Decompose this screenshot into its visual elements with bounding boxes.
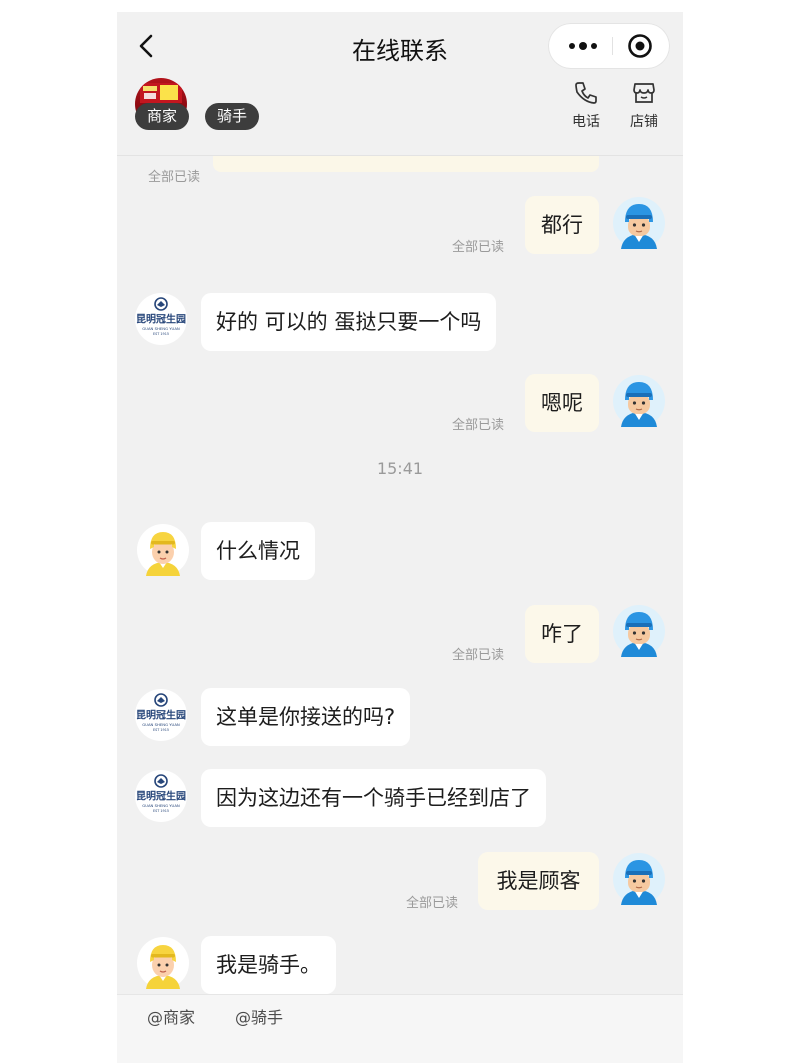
customer-avatar[interactable] xyxy=(613,197,665,249)
read-status: 全部已读 xyxy=(148,170,201,185)
close-target-icon[interactable] xyxy=(627,33,653,59)
capsule-divider xyxy=(612,37,613,55)
message-bubble-sent[interactable]: 嗯呢 xyxy=(525,374,599,432)
mention-rider-button[interactable]: @骑手 xyxy=(235,1004,283,1028)
store-button[interactable]: 店铺 xyxy=(624,80,664,131)
rider-avatar[interactable] xyxy=(137,937,189,989)
message-bubble-sent[interactable]: 我是顾客 xyxy=(478,852,599,910)
time-divider: 15:41 xyxy=(376,459,424,478)
merchant-logo-avatar[interactable] xyxy=(135,770,187,822)
message-bubble-received[interactable]: 我是骑手。 xyxy=(201,936,336,994)
read-status: 全部已读 xyxy=(452,648,505,663)
store-icon xyxy=(633,83,655,103)
customer-avatar[interactable] xyxy=(613,605,665,657)
phone-button[interactable]: 电话 xyxy=(566,80,606,131)
customer-avatar[interactable] xyxy=(613,853,665,905)
merchant-tag[interactable]: 商家 xyxy=(135,103,189,130)
read-status: 全部已读 xyxy=(452,418,505,433)
phone-label: 电话 xyxy=(572,114,600,130)
chat-window: 在线联系 商家 骑手 电话 店铺 全部已读 都行 全部已读 好的 可以的 蛋挞只… xyxy=(117,12,683,1063)
read-status: 全部已读 xyxy=(452,240,505,255)
message-bubble-received[interactable]: 好的 可以的 蛋挞只要一个吗 xyxy=(201,293,497,351)
message-bubble-sent[interactable]: 都行 xyxy=(525,196,599,254)
customer-avatar[interactable] xyxy=(613,375,665,427)
store-label: 店铺 xyxy=(630,114,658,130)
more-dots-icon[interactable] xyxy=(566,36,600,56)
rider-tag[interactable]: 骑手 xyxy=(205,103,259,130)
previous-message-bubble xyxy=(213,156,599,172)
message-bubble-sent[interactable]: 咋了 xyxy=(525,605,599,663)
mention-merchant-button[interactable]: @商家 xyxy=(147,1004,195,1028)
merchant-logo-avatar[interactable] xyxy=(135,689,187,741)
message-bubble-received[interactable]: 这单是你接送的吗? xyxy=(201,688,411,746)
miniprogram-capsule xyxy=(548,23,670,69)
merchant-logo-avatar[interactable] xyxy=(135,293,187,345)
message-list[interactable]: 全部已读 都行 全部已读 好的 可以的 蛋挞只要一个吗 嗯呢 全部已读 15:4… xyxy=(117,156,683,994)
read-status: 全部已读 xyxy=(406,896,459,911)
message-bubble-received[interactable]: 什么情况 xyxy=(201,522,315,580)
phone-icon xyxy=(575,82,597,104)
header: 在线联系 商家 骑手 电话 店铺 xyxy=(117,12,683,155)
merchant-poster-image xyxy=(140,83,182,103)
message-bubble-received[interactable]: 因为这边还有一个骑手已经到店了 xyxy=(201,769,546,827)
rider-avatar[interactable] xyxy=(137,524,189,576)
mention-bar: @商家 @骑手 xyxy=(117,994,683,1063)
